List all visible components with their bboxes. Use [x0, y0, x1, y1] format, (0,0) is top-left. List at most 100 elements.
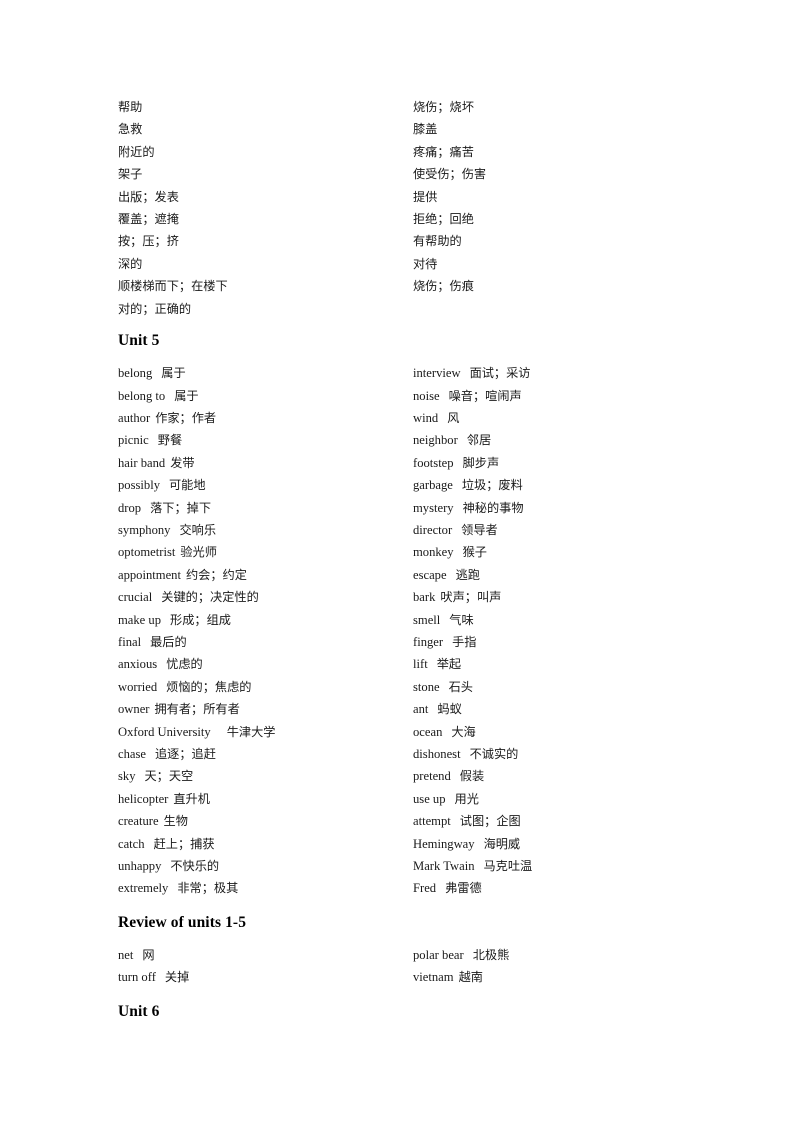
- vocab-translation: 非常；极其: [177, 881, 239, 896]
- vocab-translation: 作家；作者: [155, 411, 217, 426]
- vocab-term: symphony: [118, 523, 171, 538]
- section-unit-4-continued: 帮助 烧伤；烧坏 急救 膝盖 附近的 疼痛；痛苦 架子 使受伤；伤害 出版；发表: [118, 96, 718, 320]
- vocab-term: Mark Twain: [413, 858, 475, 873]
- document-page: 帮助 烧伤；烧坏 急救 膝盖 附近的 疼痛；痛苦 架子 使受伤；伤害 出版；发表: [0, 0, 800, 1132]
- vocab-row: 帮助 烧伤；烧坏: [118, 96, 718, 118]
- vocab-translation: 使受伤；伤害: [413, 167, 487, 182]
- vocab-entry-right: 有帮助的: [413, 230, 718, 252]
- vocab-row: belong to 属于 noise 噪音；喧闹声: [118, 385, 718, 407]
- vocab-translation: 直升机: [173, 791, 210, 806]
- vocab-entry-left: extremely 非常；极其: [118, 877, 413, 899]
- vocab-translation: 手指: [452, 635, 477, 649]
- vocab-term: vietnam: [413, 970, 454, 985]
- vocab-entry-left: sky 天；天空: [118, 765, 413, 787]
- vocab-entry-right: vietnam 越南: [413, 966, 718, 988]
- vocab-term: author: [118, 411, 151, 426]
- vocab-row: chase 追逐；追赶 dishonest 不诚实的: [118, 743, 718, 765]
- vocab-term: pretend: [413, 769, 451, 784]
- vocab-entry-left: 架子: [118, 163, 413, 185]
- vocab-translation: 出版；发表: [118, 189, 179, 204]
- vocab-entry-left: symphony 交响乐: [118, 519, 413, 541]
- vocab-translation: 神秘的事物: [462, 500, 524, 515]
- vocab-entry-right: interview 面试；采访: [413, 362, 718, 384]
- vocab-translation: 交响乐: [179, 523, 217, 538]
- vocab-row: 覆盖；遮掩 拒绝；回绝: [118, 208, 718, 230]
- section-unit-5: Unit 5 belong 属于 interview 面试；采访 belong to…: [118, 320, 718, 900]
- vocab-entry-left: appointment 约会；约定: [118, 564, 413, 586]
- vocab-translation: 用光: [454, 791, 479, 806]
- vocab-entry-right: neighbor 邻居: [413, 429, 718, 451]
- vocab-term: lift: [413, 657, 428, 672]
- vocab-translation: 牛津大学: [226, 724, 276, 739]
- vocab-translation: 疼痛；痛苦: [413, 144, 474, 159]
- vocab-entry-right: noise 噪音；喧闹声: [413, 385, 718, 407]
- vocab-row: turn off 关掉 vietnam 越南: [118, 966, 718, 988]
- vocab-term: finger: [413, 635, 444, 649]
- vocab-entry-right: Fred 弗雷德: [413, 877, 718, 899]
- vocab-translation: 不诚实的: [469, 746, 519, 761]
- vocab-row: 附近的 疼痛；痛苦: [118, 141, 718, 163]
- vocab-translation: 发带: [170, 455, 195, 470]
- vocab-translation: 烧伤；烧坏: [413, 100, 474, 114]
- vocab-term: polar bear: [413, 948, 464, 963]
- vocab-translation: 对待: [413, 256, 438, 271]
- vocab-row: 架子 使受伤；伤害: [118, 163, 718, 185]
- vocab-entry-left: 覆盖；遮掩: [118, 208, 413, 230]
- vocab-term: noise: [413, 388, 440, 403]
- vocab-translation: 蚂蚁: [437, 702, 462, 717]
- vocab-row: optometrist 验光师 monkey 猴子: [118, 541, 718, 563]
- vocab-term: chase: [118, 746, 146, 761]
- vocab-term: creature: [118, 814, 159, 829]
- vocab-entry-right: 拒绝；回绝: [413, 208, 718, 230]
- vocab-row: worried 烦恼的；焦虑的 stone 石头: [118, 676, 718, 698]
- vocab-entry-right: ant 蚂蚁: [413, 698, 718, 720]
- vocab-list-unit-4-continued: 帮助 烧伤；烧坏 急救 膝盖 附近的 疼痛；痛苦 架子 使受伤；伤害 出版；发表: [118, 96, 718, 320]
- vocab-translation: 形成；组成: [170, 612, 231, 627]
- vocab-translation: 关键的；决定性的: [161, 590, 259, 605]
- vocab-translation: 提供: [413, 189, 438, 204]
- vocab-entry-left: hair band 发带: [118, 452, 413, 474]
- vocab-term: garbage: [413, 478, 453, 493]
- vocab-translation: 石头: [448, 679, 473, 694]
- vocab-translation: 赶上；捕获: [153, 836, 215, 851]
- section-review-units-1-5: Review of units 1-5 net 网 polar bear 北极熊 t…: [118, 900, 718, 989]
- vocab-translation: 覆盖；遮掩: [118, 211, 179, 226]
- vocab-term: appointment: [118, 567, 181, 582]
- vocab-translation: 深的: [118, 256, 143, 271]
- vocab-term: use up: [413, 791, 446, 806]
- vocab-row: creature 生物 attempt 试图；企图: [118, 810, 718, 832]
- vocab-term: Oxford University: [118, 724, 211, 739]
- vocab-entry-left: 顺楼梯而下；在楼下: [118, 275, 413, 297]
- vocab-entry-right: garbage 垃圾；废料: [413, 474, 718, 496]
- vocab-entry-left: 附近的: [118, 141, 413, 163]
- vocab-translation: 吠声；叫声: [440, 590, 502, 605]
- vocab-translation: 烧伤；伤痕: [413, 279, 474, 294]
- vocab-row: picnic 野餐 neighbor 邻居: [118, 429, 718, 451]
- vocab-row: unhappy 不快乐的 Mark Twain 马克吐温: [118, 855, 718, 877]
- vocab-term: bark: [413, 590, 436, 605]
- vocab-translation: 拒绝；回绝: [413, 211, 474, 226]
- vocab-translation: 属于: [161, 366, 186, 381]
- section-unit-6: Unit 6: [118, 989, 718, 1033]
- vocab-row: 出版；发表 提供: [118, 186, 718, 208]
- vocab-entry-right: footstep 脚步声: [413, 452, 718, 474]
- vocab-translation: 顺楼梯而下；在楼下: [118, 279, 228, 294]
- vocab-row: make up 形成；组成 smell 气味: [118, 609, 718, 631]
- vocab-term: worried: [118, 679, 158, 694]
- vocab-entry-left: net 网: [118, 944, 413, 966]
- vocab-translation: 急救: [118, 122, 143, 137]
- vocab-row: 对的；正确的: [118, 298, 718, 320]
- vocab-entry-left: crucial 关键的；决定性的: [118, 586, 413, 608]
- vocab-entry-right: bark 吠声；叫声: [413, 586, 718, 608]
- vocab-entry-left: turn off 关掉: [118, 966, 413, 988]
- vocab-row: 按；压；挤 有帮助的: [118, 230, 718, 252]
- vocab-translation: 有帮助的: [413, 234, 462, 249]
- vocab-term: Hemingway: [413, 836, 475, 851]
- vocab-translation: 逃跑: [455, 567, 480, 582]
- vocab-entry-right: director 领导者: [413, 519, 718, 541]
- vocab-term: make up: [118, 612, 162, 627]
- vocab-row: 急救 膝盖: [118, 118, 718, 140]
- vocab-translation: 弗雷德: [445, 881, 482, 896]
- vocab-entry-right: attempt 试图；企图: [413, 810, 718, 832]
- vocab-entry-left: worried 烦恼的；焦虑的: [118, 676, 413, 698]
